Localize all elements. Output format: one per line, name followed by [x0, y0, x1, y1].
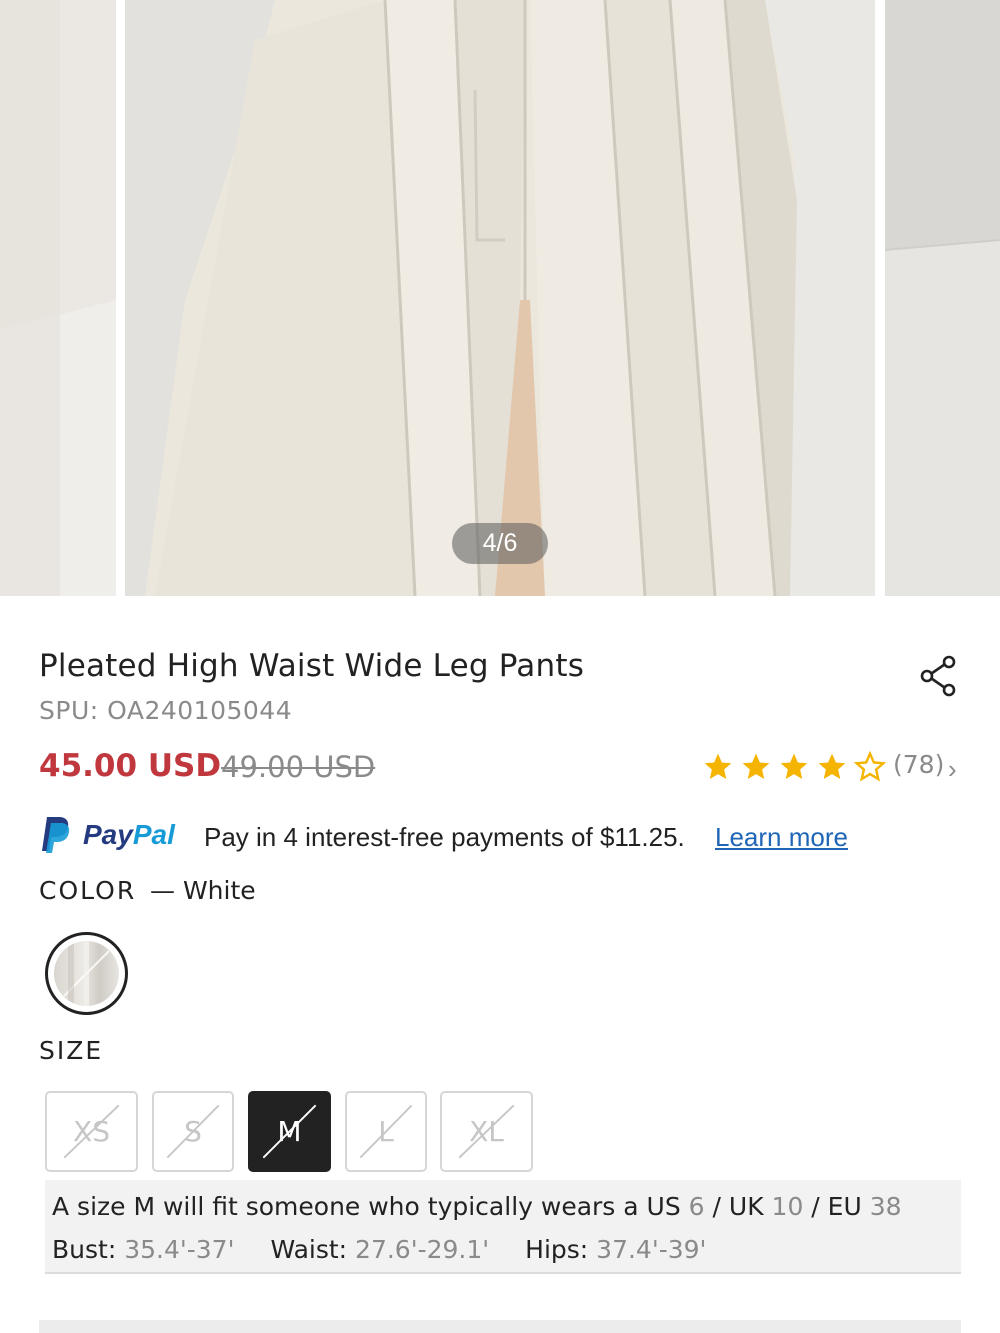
size-option-xl[interactable]: XL — [440, 1091, 533, 1172]
size-option-l[interactable]: L — [345, 1091, 427, 1172]
gallery-counter: 4/6 — [452, 523, 548, 564]
star-empty-icon — [854, 751, 886, 782]
star-filled-icon — [704, 753, 732, 779]
size-option-s[interactable]: S — [152, 1091, 234, 1172]
share-icon[interactable] — [918, 654, 958, 698]
gallery-next-image[interactable] — [885, 0, 1000, 596]
star-filled-icon — [742, 753, 770, 779]
size-fit-info: A size M will fit someone who typically … — [45, 1180, 961, 1274]
review-count[interactable]: (78) — [893, 750, 944, 779]
product-spu: SPU: OA240105044 — [39, 696, 293, 725]
chevron-right-icon[interactable]: › — [948, 754, 957, 785]
product-title: Pleated High Waist Wide Leg Pants — [39, 648, 585, 684]
gallery-prev-image[interactable] — [0, 0, 116, 596]
star-filled-icon — [818, 753, 846, 779]
next-section-divider — [39, 1320, 961, 1333]
size-option-m[interactable]: M — [248, 1091, 331, 1172]
color-label: COLOR — [39, 876, 137, 905]
sale-price: 45.00 USD — [39, 748, 222, 784]
color-swatch-white[interactable] — [45, 932, 128, 1015]
fit-measurements: Bust: 35.4'-37' Waist: 27.6'-29.1' Hips: 3… — [52, 1235, 707, 1264]
gallery-current-image[interactable] — [125, 0, 875, 596]
star-filled-icon — [780, 753, 808, 779]
paypal-icon — [42, 817, 70, 853]
size-label: SIZE — [39, 1036, 104, 1065]
rating-stars[interactable] — [702, 750, 892, 784]
fit-size-conversion: A size M will fit someone who typically … — [52, 1192, 902, 1221]
paypal-learn-more-link[interactable]: Learn more — [715, 822, 848, 853]
color-value: — White — [150, 876, 256, 905]
paypal-wordmark: PayPal — [83, 819, 175, 850]
product-image-gallery[interactable]: 4/6 — [0, 0, 1000, 596]
size-option-xs[interactable]: XS — [45, 1091, 138, 1172]
paypal-message: Pay in 4 interest-free payments of $11.2… — [204, 822, 685, 852]
original-price: 49.00 USD — [221, 750, 376, 784]
